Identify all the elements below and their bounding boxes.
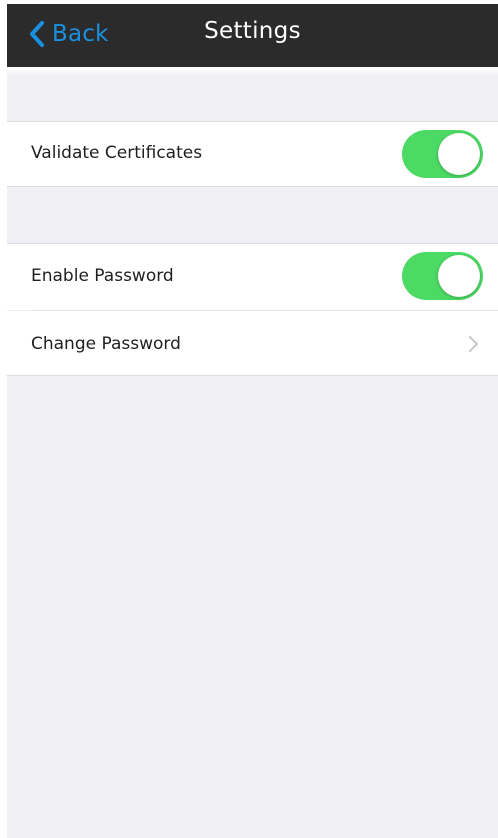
enable-password-toggle[interactable] — [402, 252, 483, 300]
navbar-shadow — [7, 67, 498, 77]
toggle-knob — [438, 255, 480, 297]
validate-certificates-label: Validate Certificates — [31, 143, 203, 163]
navigation-bar: Back Settings — [7, 4, 498, 67]
page-title: Settings — [204, 18, 301, 44]
enable-password-label: Enable Password — [31, 266, 174, 286]
group-bottom-separator — [7, 186, 498, 187]
enable-password-row: Enable Password — [7, 244, 498, 310]
validate-certificates-row: Validate Certificates — [7, 122, 498, 186]
validate-certificates-toggle[interactable] — [402, 130, 483, 178]
settings-screen: Back Settings Validate Certificates Enab… — [7, 4, 498, 838]
change-password-label: Change Password — [31, 334, 181, 354]
change-password-row[interactable]: Change Password — [7, 311, 498, 375]
toggle-knob — [438, 133, 480, 175]
chevron-right-icon — [468, 335, 480, 353]
group-bottom-separator — [7, 375, 498, 376]
